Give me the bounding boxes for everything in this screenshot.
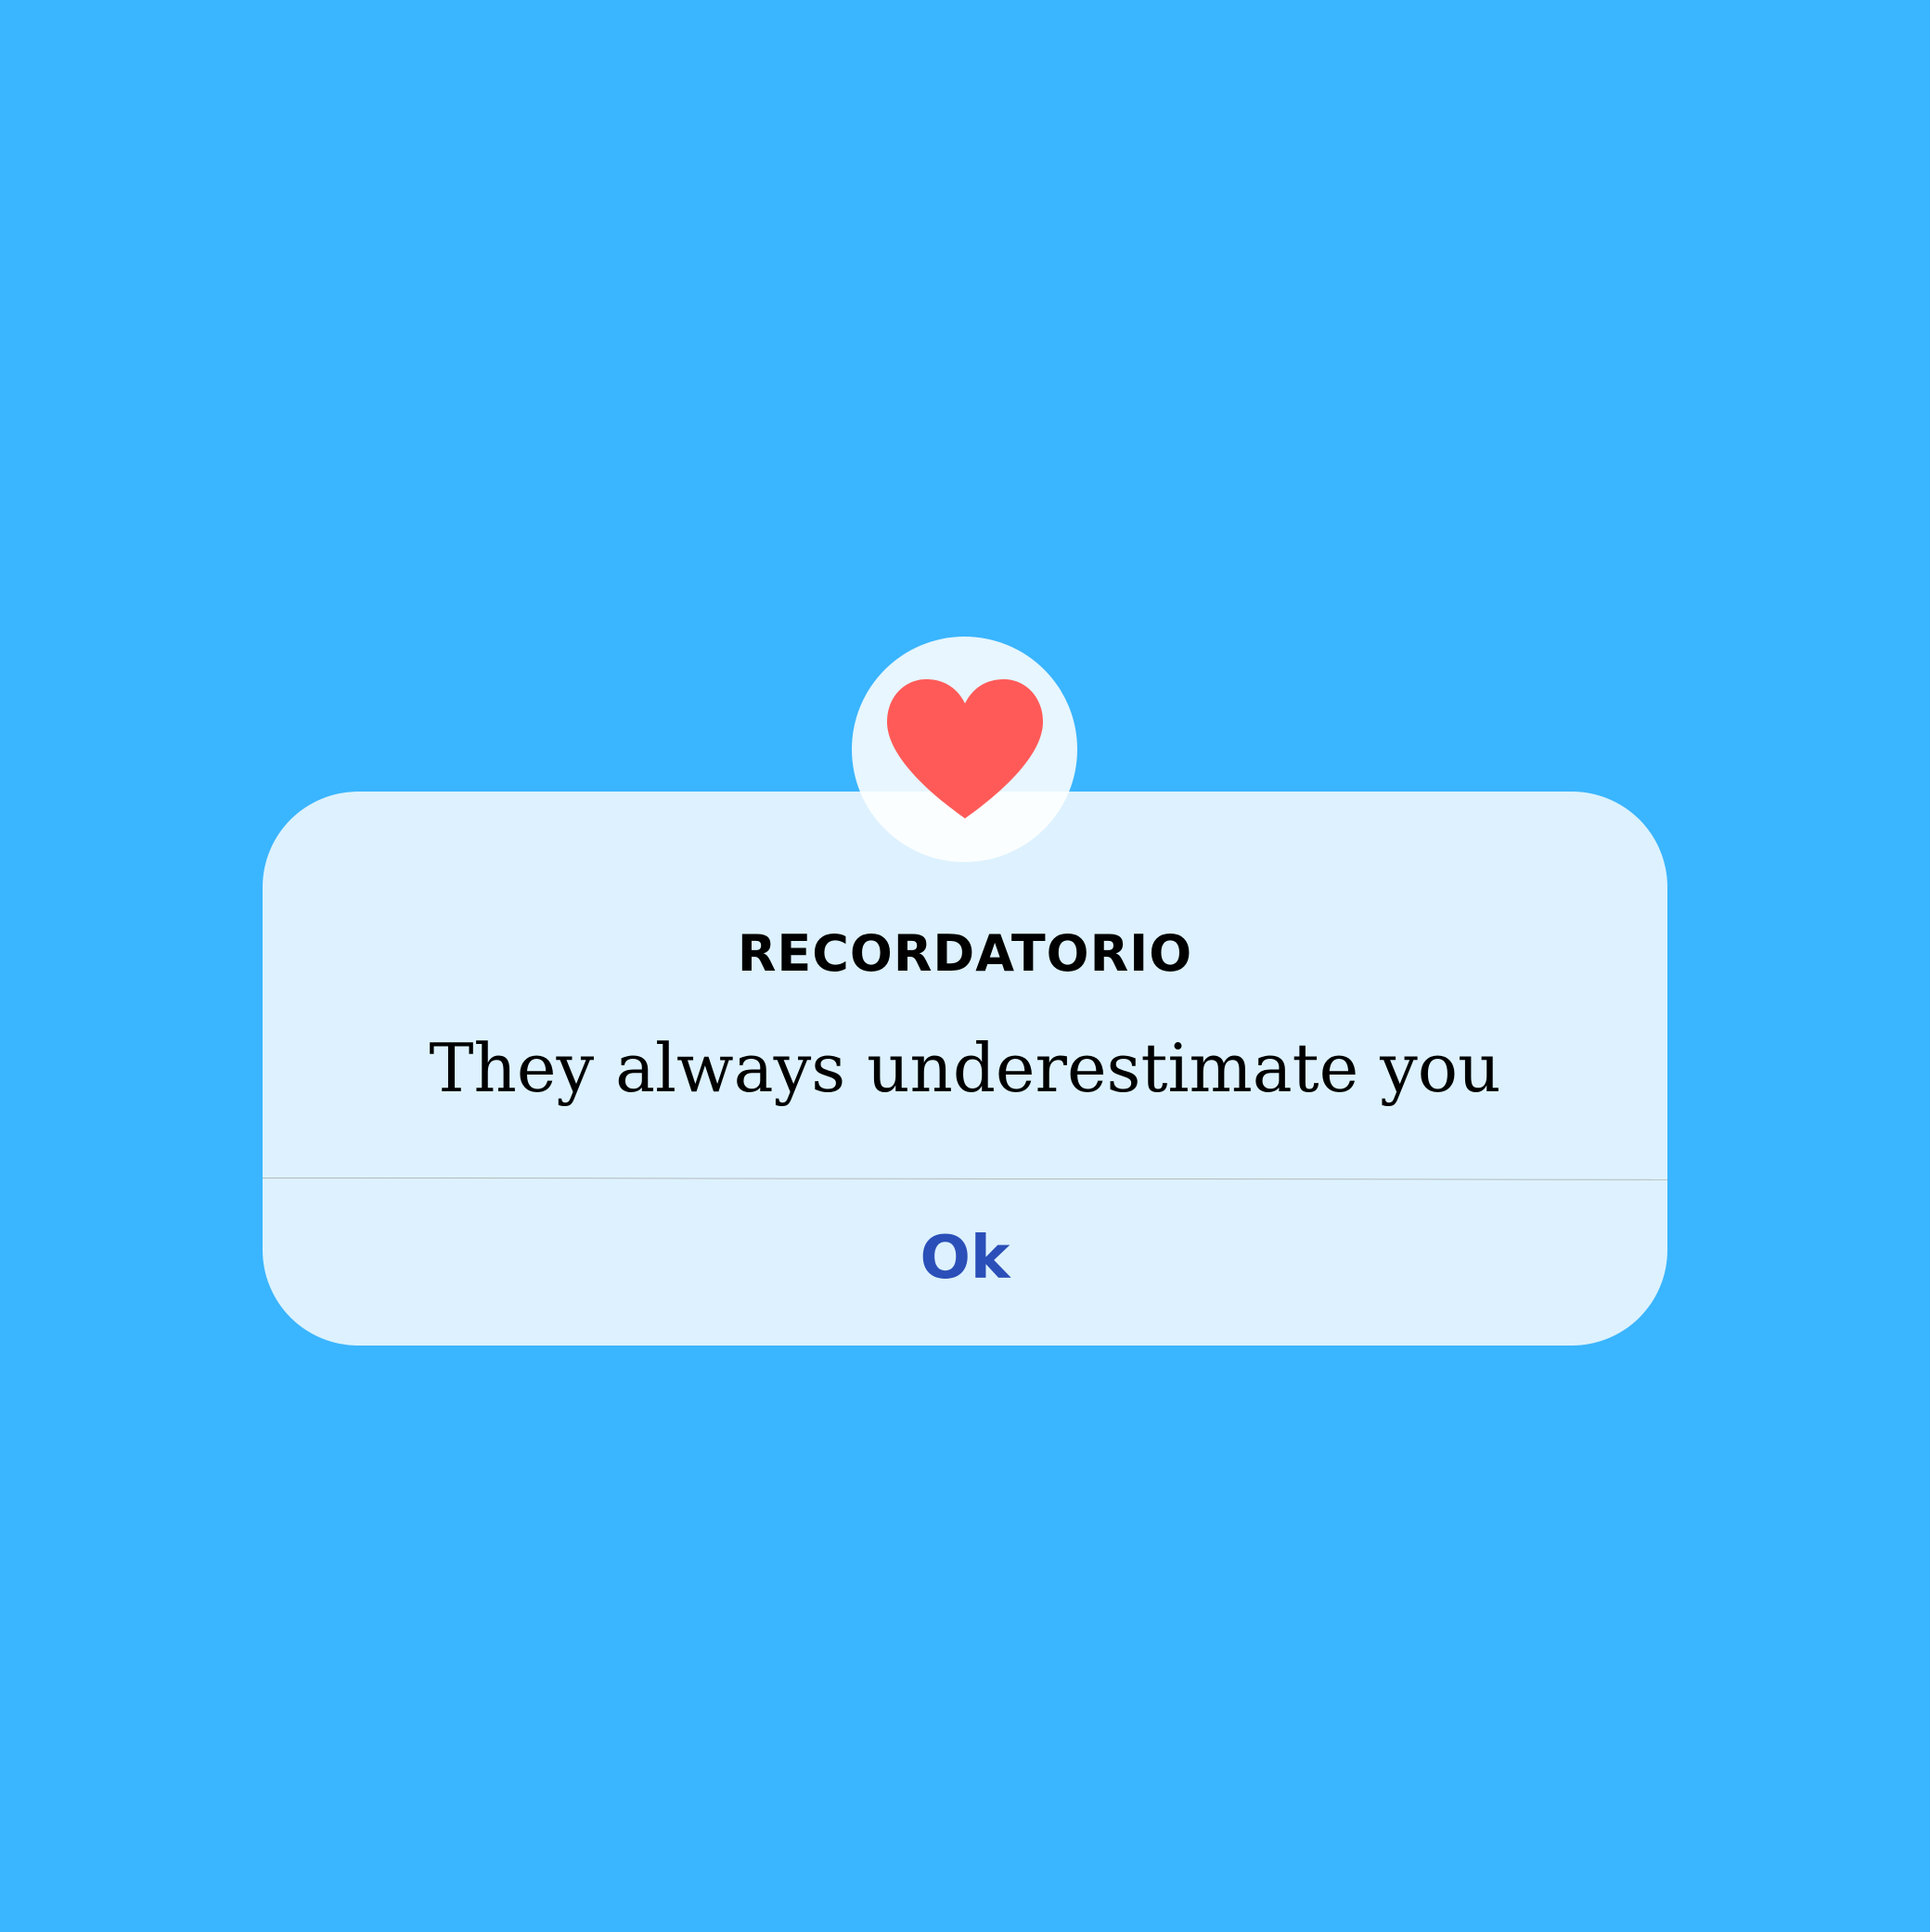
heart-badge [852,637,1077,862]
heart-icon [886,679,1043,818]
ok-button[interactable]: Ok [263,1180,1667,1346]
dialog-title: RECORDATORIO [737,924,1193,983]
reminder-dialog: RECORDATORIO They always underestimate y… [262,792,1668,1346]
dialog-message: They always underestimate you [429,1029,1501,1107]
ok-button-label: Ok [920,1224,1010,1293]
